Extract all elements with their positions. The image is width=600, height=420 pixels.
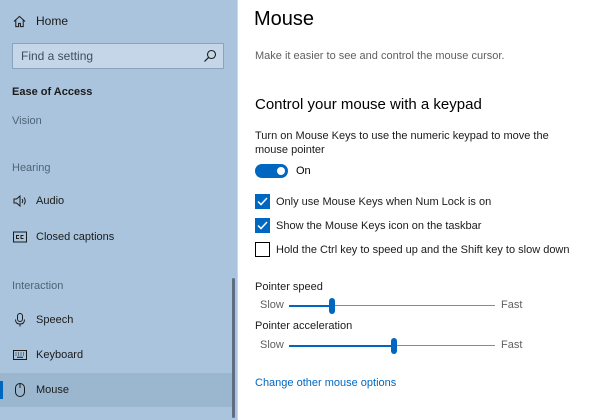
closed-captions-icon bbox=[13, 230, 27, 244]
sidebar-group-interaction: Interaction bbox=[12, 280, 64, 292]
slider-fill bbox=[289, 304, 333, 307]
pointer-speed-slider[interactable]: Slow Fast bbox=[255, 297, 595, 314]
checkbox-label: Show the Mouse Keys icon on the taskbar bbox=[276, 219, 482, 232]
sidebar: Home Find a setting Ease of Access Visio… bbox=[0, 0, 238, 420]
checkbox-label: Only use Mouse Keys when Num Lock is on bbox=[276, 195, 492, 208]
search-input[interactable]: Find a setting bbox=[12, 43, 224, 69]
search-placeholder: Find a setting bbox=[21, 49, 94, 63]
sidebar-item-speech[interactable]: Speech bbox=[0, 303, 232, 337]
sidebar-group-vision: Vision bbox=[12, 115, 42, 127]
sidebar-item-label: Keyboard bbox=[36, 349, 84, 361]
page-description: Make it easier to see and control the mo… bbox=[255, 50, 505, 62]
microphone-icon bbox=[13, 313, 27, 327]
slider-thumb[interactable] bbox=[391, 338, 398, 354]
slider-track[interactable] bbox=[289, 338, 495, 354]
pointer-speed-label: Pointer speed bbox=[255, 281, 323, 293]
search-icon[interactable] bbox=[203, 49, 217, 63]
mouse-keys-toggle[interactable] bbox=[255, 164, 288, 178]
slider-max-label: Fast bbox=[501, 299, 523, 311]
sidebar-item-label: Closed captions bbox=[36, 231, 115, 243]
sidebar-item-audio[interactable]: Audio bbox=[0, 184, 232, 218]
sidebar-section-heading: Ease of Access bbox=[12, 86, 93, 98]
checkbox-num-lock-row: Only use Mouse Keys when Num Lock is on bbox=[255, 194, 491, 209]
slider-max-label: Fast bbox=[501, 339, 523, 351]
mouse-icon bbox=[13, 383, 27, 397]
keyboard-icon bbox=[13, 348, 27, 362]
checkmark-icon bbox=[257, 221, 268, 230]
sidebar-item-keyboard[interactable]: Keyboard bbox=[0, 338, 232, 372]
checkbox-num-lock[interactable] bbox=[255, 194, 270, 209]
slider-min-label: Slow bbox=[260, 299, 284, 311]
slider-min-label: Slow bbox=[260, 339, 284, 351]
page-title: Mouse bbox=[254, 8, 315, 30]
sidebar-home[interactable]: Home bbox=[13, 13, 68, 29]
section-title: Control your mouse with a keypad bbox=[255, 96, 482, 113]
checkmark-icon bbox=[257, 197, 268, 206]
checkbox-label: Hold the Ctrl key to speed up and the Sh… bbox=[276, 243, 570, 256]
checkbox-ctrl-shift[interactable] bbox=[255, 242, 270, 257]
speaker-icon bbox=[13, 194, 27, 208]
checkbox-ctrl-shift-row: Hold the Ctrl key to speed up and the Sh… bbox=[255, 242, 570, 257]
mouse-keys-intro: Turn on Mouse Keys to use the numeric ke… bbox=[255, 130, 549, 156]
toggle-knob bbox=[277, 167, 285, 175]
checkbox-taskbar-icon[interactable] bbox=[255, 218, 270, 233]
home-label: Home bbox=[36, 14, 69, 28]
pointer-acceleration-label: Pointer acceleration bbox=[255, 320, 353, 332]
checkbox-taskbar-icon-row: Show the Mouse Keys icon on the taskbar bbox=[255, 218, 481, 233]
sidebar-item-mouse[interactable]: Mouse bbox=[0, 373, 232, 407]
other-mouse-options-link[interactable]: Change other mouse options bbox=[255, 377, 396, 389]
main-content: Mouse Make it easier to see and control … bbox=[238, 0, 600, 420]
sidebar-scrollbar[interactable] bbox=[232, 278, 235, 418]
sidebar-item-label: Audio bbox=[36, 195, 65, 207]
mouse-keys-toggle-row: On bbox=[255, 164, 311, 178]
sidebar-group-hearing: Hearing bbox=[12, 162, 51, 174]
home-icon bbox=[13, 15, 26, 27]
sidebar-item-closed-captions[interactable]: Closed captions bbox=[0, 220, 232, 254]
sidebar-item-label: Speech bbox=[36, 314, 74, 326]
slider-fill bbox=[289, 344, 395, 347]
slider-track[interactable] bbox=[289, 298, 495, 314]
toggle-state-label: On bbox=[296, 165, 311, 177]
sidebar-item-label: Mouse bbox=[36, 384, 70, 396]
slider-thumb[interactable] bbox=[329, 298, 336, 314]
pointer-acceleration-slider[interactable]: Slow Fast bbox=[255, 337, 595, 354]
selection-indicator bbox=[0, 381, 3, 399]
